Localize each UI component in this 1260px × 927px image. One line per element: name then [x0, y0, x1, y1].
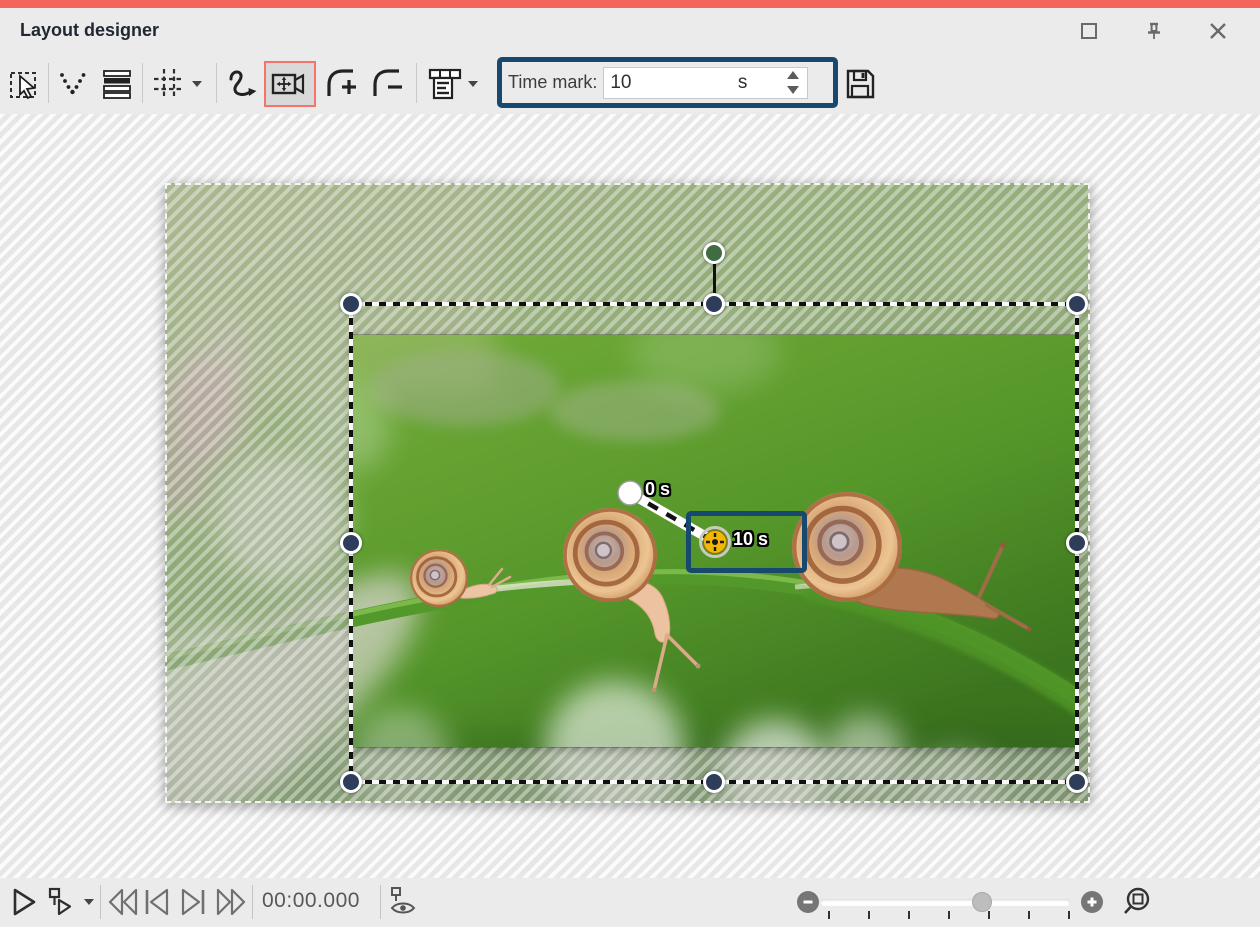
separator [380, 885, 381, 919]
grid-icon [151, 66, 187, 102]
transport-bar: 00:00.000 [0, 878, 1260, 927]
double-chevron-left-icon [106, 887, 140, 917]
main-toolbar: Time mark: 10 s [0, 52, 1260, 114]
maximize-button[interactable] [1074, 16, 1104, 46]
selection-handle-bottom-center[interactable] [703, 771, 725, 793]
object-list-icon [426, 65, 464, 103]
time-mark-spinner [787, 71, 799, 94]
maximize-square-icon [1080, 22, 1098, 40]
slider-tick [828, 911, 830, 919]
time-mark-value: 10 [610, 72, 807, 94]
marker-play-icon [43, 886, 75, 918]
separator [416, 63, 417, 103]
double-chevron-right-icon [214, 887, 248, 917]
select-tool-button[interactable] [6, 65, 44, 103]
selection-handle-top-center[interactable] [703, 293, 725, 315]
window-title: Layout designer [20, 8, 159, 52]
camera-pan-button[interactable] [264, 61, 316, 107]
grid-dropdown-caret[interactable] [192, 81, 202, 87]
time-display: 00:00.000 [262, 889, 360, 913]
keyframe-start-marker[interactable] [618, 481, 642, 505]
motion-curve-button[interactable] [224, 65, 262, 103]
play-button[interactable] [6, 885, 40, 919]
spinner-up-icon[interactable] [787, 71, 799, 79]
skip-end-icon [177, 887, 209, 917]
plus-circle-icon [1085, 895, 1099, 909]
time-mark-highlight-box: Time mark: 10 s [497, 57, 838, 108]
align-layers-button[interactable] [98, 65, 136, 103]
selection-handle-top-right[interactable] [1066, 293, 1088, 315]
close-button[interactable] [1203, 16, 1233, 46]
separator [252, 885, 253, 919]
path-points-button[interactable] [56, 65, 94, 103]
stacked-bars-icon [99, 66, 135, 102]
stage[interactable]: 0 s 10 s [165, 183, 1090, 803]
play-from-marker-button[interactable] [42, 885, 76, 919]
selection-handle-bottom-left[interactable] [340, 771, 362, 793]
fast-forward-button[interactable] [214, 885, 248, 919]
camera-icon [270, 67, 310, 101]
accent-strip [0, 0, 1260, 8]
selection-cursor-icon [7, 66, 43, 102]
rewind-button[interactable] [106, 885, 140, 919]
skip-to-end-button[interactable] [176, 885, 210, 919]
selection-handle-middle-left[interactable] [340, 532, 362, 554]
zoom-fit-button[interactable] [1120, 885, 1154, 919]
motion-start-label: 0 s [645, 479, 670, 500]
separator [48, 63, 49, 103]
dotted-path-icon [57, 66, 93, 102]
pin-button[interactable] [1139, 16, 1169, 46]
selection-handle-bottom-right[interactable] [1066, 771, 1088, 793]
canvas-area[interactable]: 0 s 10 s [0, 114, 1260, 878]
time-mark-unit: s [738, 72, 748, 94]
minus-circle-icon [801, 895, 815, 909]
add-key-icon [322, 65, 360, 103]
remove-key-icon [368, 65, 406, 103]
play-mode-dropdown-caret[interactable] [84, 899, 94, 905]
titlebar: Layout designer [0, 8, 1260, 52]
skip-to-start-button[interactable] [140, 885, 174, 919]
slider-tick [988, 911, 990, 919]
time-mark-input[interactable]: 10 s [603, 67, 808, 99]
grid-button[interactable] [150, 65, 188, 103]
slider-tick [1068, 911, 1070, 919]
skip-start-icon [141, 887, 173, 917]
marker-eye-icon [386, 886, 420, 918]
zoom-slider-track[interactable] [820, 899, 1070, 906]
selection-handle-top-left[interactable] [340, 293, 362, 315]
zoom-out-button[interactable] [797, 891, 819, 913]
object-list-button[interactable] [426, 65, 464, 103]
time-mark-label: Time mark: [508, 72, 597, 93]
spinner-down-icon[interactable] [787, 86, 799, 94]
layout-designer-window: Layout designer [0, 0, 1260, 927]
separator [216, 63, 217, 103]
marker-visibility-button[interactable] [386, 885, 420, 919]
object-list-dropdown-caret[interactable] [468, 81, 478, 87]
separator [100, 885, 101, 919]
magnifier-fit-icon [1121, 886, 1153, 918]
remove-keyframe-button[interactable] [368, 65, 406, 103]
curve-icon [225, 66, 261, 102]
selection-handle-middle-right[interactable] [1066, 532, 1088, 554]
rotation-handle[interactable] [703, 242, 725, 264]
slider-tick [868, 911, 870, 919]
slider-tick [948, 911, 950, 919]
separator [142, 63, 143, 103]
floppy-disk-icon [842, 66, 878, 102]
zoom-in-button[interactable] [1081, 891, 1103, 913]
pushpin-icon [1143, 20, 1165, 42]
motion-end-label: 10 s [733, 529, 768, 550]
slider-tick [908, 911, 910, 919]
close-x-icon [1208, 21, 1228, 41]
zoom-slider-thumb[interactable] [972, 892, 992, 912]
play-triangle-icon [8, 887, 38, 917]
save-button[interactable] [841, 65, 879, 103]
add-keyframe-button[interactable] [322, 65, 360, 103]
motion-path [165, 183, 1090, 803]
slider-tick [1028, 911, 1030, 919]
